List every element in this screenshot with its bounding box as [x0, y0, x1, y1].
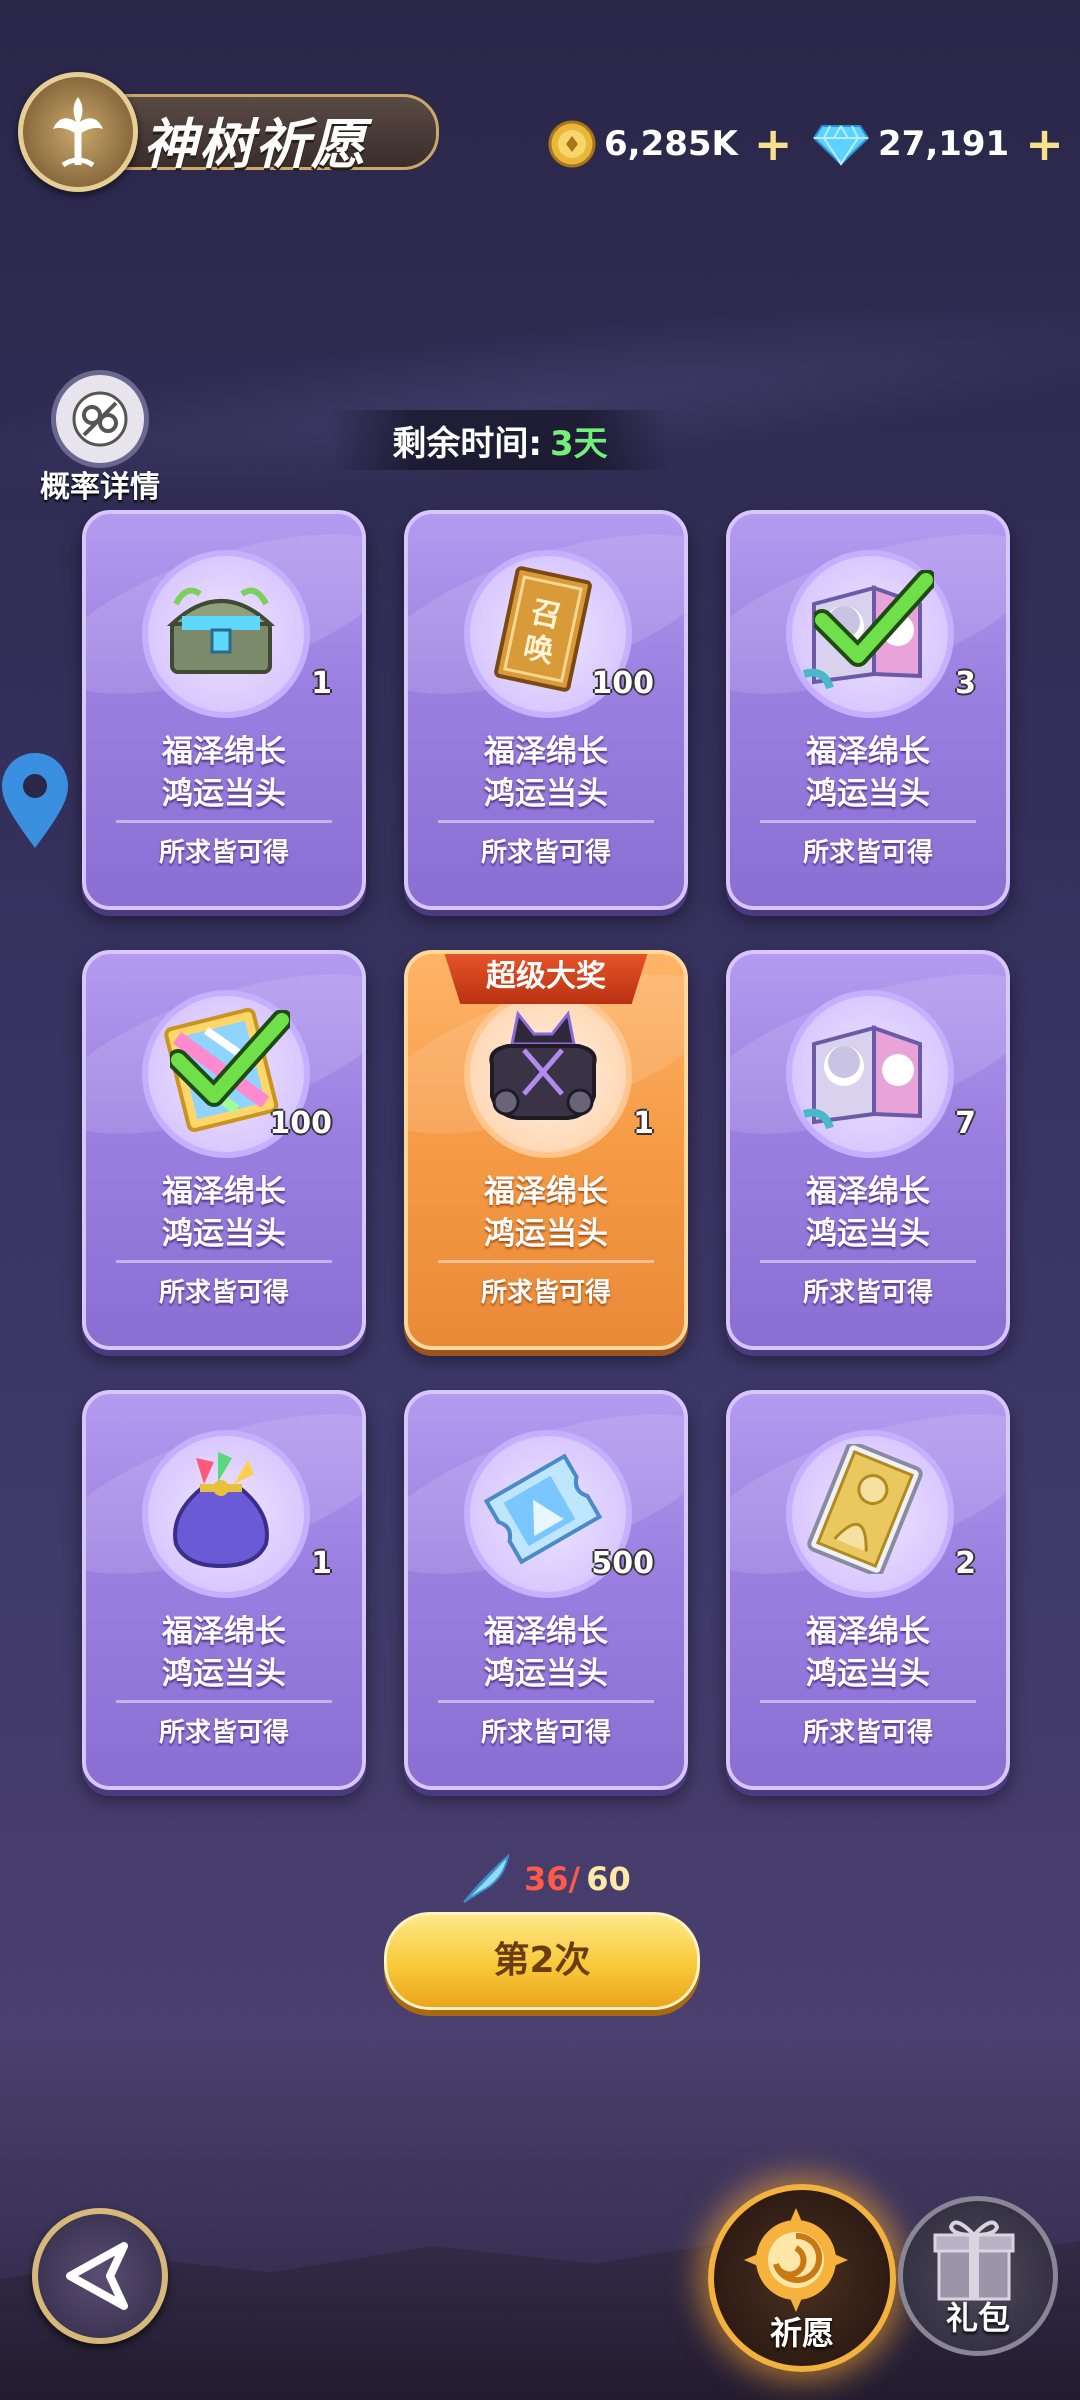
page-title: 神树祈愿 — [143, 112, 367, 176]
item-quantity: 100 — [269, 1106, 332, 1141]
super-prize-banner: 超级大奖 — [444, 954, 648, 1004]
nav-wish-label: 祈愿 — [769, 2314, 834, 2352]
reward-card[interactable]: 1 福泽绵长鸿运当头所求皆可得 — [82, 510, 366, 910]
armor-gauntlet-icon — [478, 1004, 608, 1134]
card-line-2: 鸿运当头 — [484, 1216, 608, 1252]
add-gold-button[interactable]: + — [754, 121, 793, 167]
card-line-2: 鸿运当头 — [806, 1656, 930, 1692]
card-line-2: 鸿运当头 — [806, 776, 930, 812]
diamond-currency: 27,191 + — [812, 118, 1064, 170]
reward-card[interactable]: 1 福泽绵长鸿运当头所求皆可得 — [82, 1390, 366, 1790]
treasure-chest-icon — [156, 564, 286, 694]
diamond-value: 27,191 — [878, 124, 1010, 164]
card-line-2: 鸿运当头 — [484, 1656, 608, 1692]
item-quantity: 500 — [591, 1546, 654, 1581]
location-pin-icon[interactable] — [0, 752, 70, 852]
remaining-time-value: 3天 — [549, 423, 608, 464]
card-divider — [760, 1700, 976, 1703]
item-quantity: 3 — [955, 666, 976, 701]
reward-card[interactable]: 100 福泽绵长鸿运当头所求皆可得 — [82, 950, 366, 1350]
card-divider — [438, 1700, 654, 1703]
card-subtitle: 所求皆可得 — [802, 1718, 933, 1748]
item-quantity: 1 — [633, 1106, 654, 1141]
wish-progress: 36/ 60 — [460, 1852, 631, 1906]
card-divider — [116, 1700, 332, 1703]
probability-details-button[interactable]: 概率详情 — [30, 370, 170, 506]
claimed-check-icon — [811, 569, 937, 674]
hero-gift-box-icon — [800, 1004, 930, 1134]
reward-card[interactable]: 召唤 100 福泽绵长鸿运当头所求皆可得 — [404, 510, 688, 910]
wish-emblem-icon — [744, 2208, 848, 2312]
card-line-2: 鸿运当头 — [806, 1216, 930, 1252]
card-divider — [438, 820, 654, 823]
card-divider — [760, 1260, 976, 1263]
card-divider — [760, 820, 976, 823]
card-line-2: 鸿运当头 — [484, 776, 608, 812]
back-button[interactable] — [32, 2208, 168, 2344]
candy-bag-icon — [156, 1444, 286, 1574]
card-subtitle: 所求皆可得 — [158, 838, 289, 868]
gold-value: 6,285K — [604, 124, 738, 164]
nav-gift-button[interactable]: 礼包 — [898, 2196, 1058, 2356]
reward-card[interactable]: 3 福泽绵长鸿运当头所求皆可得 — [726, 510, 1010, 910]
progress-total: 60 — [586, 1860, 631, 1898]
card-line-1: 福泽绵长 — [484, 1614, 608, 1650]
remaining-time: 剩余时间: 3天 — [330, 410, 670, 470]
claimed-check-icon — [167, 1009, 293, 1114]
gold-coin-icon — [548, 120, 596, 168]
back-arrow-icon — [66, 2242, 128, 2310]
tree-icon — [18, 72, 138, 192]
gift-box-icon — [933, 2220, 1015, 2301]
card-line-1: 福泽绵长 — [806, 734, 930, 770]
summon-scroll-icon: 召唤 — [478, 564, 608, 694]
probability-details-label: 概率详情 — [40, 470, 160, 505]
super-prize-card[interactable]: 超级大奖 1 福泽绵长鸿运当头所求皆可得 — [404, 950, 688, 1350]
ticket-icon — [478, 1444, 608, 1574]
item-quantity: 100 — [591, 666, 654, 701]
card-subtitle: 所求皆可得 — [158, 1718, 289, 1748]
card-line-1: 福泽绵长 — [162, 1614, 286, 1650]
item-quantity: 7 — [955, 1106, 976, 1141]
card-subtitle: 所求皆可得 — [802, 838, 933, 868]
add-diamond-button[interactable]: + — [1025, 121, 1064, 167]
remaining-time-label: 剩余时间: — [392, 423, 542, 464]
card-divider — [116, 1260, 332, 1263]
card-subtitle: 所求皆可得 — [480, 1278, 611, 1308]
item-quantity: 1 — [311, 1546, 332, 1581]
item-quantity: 2 — [955, 1546, 976, 1581]
reward-card[interactable]: 2 福泽绵长鸿运当头所求皆可得 — [726, 1390, 1010, 1790]
feather-icon — [463, 1853, 510, 1903]
card-line-1: 福泽绵长 — [806, 1174, 930, 1210]
card-line-1: 福泽绵长 — [162, 734, 286, 770]
card-line-1: 福泽绵长 — [162, 1174, 286, 1210]
card-line-1: 福泽绵长 — [806, 1614, 930, 1650]
nav-gift-label: 礼包 — [945, 2299, 1010, 2337]
diamond-icon — [812, 125, 870, 166]
card-subtitle: 所求皆可得 — [158, 1278, 289, 1308]
card-line-1: 福泽绵长 — [484, 734, 608, 770]
card-line-2: 鸿运当头 — [162, 1656, 286, 1692]
card-subtitle: 所求皆可得 — [480, 1718, 611, 1748]
card-line-1: 福泽绵长 — [484, 1174, 608, 1210]
wish-button[interactable]: 第2次 — [384, 1912, 700, 2010]
item-quantity: 1 — [311, 666, 332, 701]
probability-icon — [51, 370, 149, 468]
card-line-2: 鸿运当头 — [162, 1216, 286, 1252]
tarot-card-icon — [800, 1441, 930, 1577]
nav-wish-button[interactable]: 祈愿 — [708, 2184, 896, 2372]
reward-card[interactable]: 7 福泽绵长鸿运当头所求皆可得 — [726, 950, 1010, 1350]
card-divider — [116, 820, 332, 823]
card-subtitle: 所求皆可得 — [480, 838, 611, 868]
card-divider — [438, 1260, 654, 1263]
progress-current: 36/ — [524, 1860, 581, 1898]
title-header: 神树祈愿 — [18, 72, 439, 192]
reward-card[interactable]: 500 福泽绵长鸿运当头所求皆可得 — [404, 1390, 688, 1790]
card-subtitle: 所求皆可得 — [802, 1278, 933, 1308]
gold-currency: 6,285K + — [548, 118, 792, 170]
card-line-2: 鸿运当头 — [162, 776, 286, 812]
